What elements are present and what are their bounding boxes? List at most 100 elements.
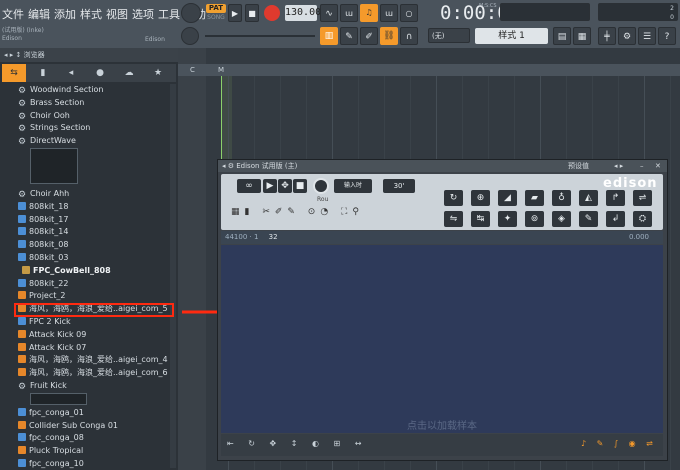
tab-all-icon[interactable]: ⇆ [2, 64, 26, 82]
record-time-select[interactable]: 30' [383, 179, 415, 193]
edison-tool-button[interactable]: ⊕ [471, 190, 490, 206]
list-item[interactable]: fpc_conga_10 [18, 458, 170, 470]
tab-files-icon[interactable]: ▮ [34, 64, 52, 82]
plugin-icon[interactable]: ⚙ [618, 27, 636, 45]
song-mode-button[interactable]: SONG [206, 14, 226, 23]
minimize-icon[interactable]: – [640, 160, 644, 172]
edison-tool-button[interactable]: ↹ [471, 211, 490, 227]
tab-cloud-icon[interactable]: ☁ [120, 64, 138, 82]
edison-tool-button[interactable]: ✦ [498, 211, 517, 227]
tempo-display[interactable]: 130.000 [285, 5, 327, 21]
edison-move-icon[interactable]: ✥ [278, 179, 292, 193]
menu-add[interactable]: 添加 [54, 6, 76, 22]
list-item[interactable]: ⚙ DirectWave [18, 135, 170, 147]
wait-icon[interactable]: ɯ [340, 4, 358, 22]
piano-roll-icon[interactable]: ▤ [553, 27, 571, 45]
edison-tool-button[interactable]: ◈ [552, 211, 571, 227]
magnet-icon[interactable]: ∩ [400, 27, 418, 45]
loop-icon[interactable]: ∞ [237, 179, 261, 193]
step-edit-icon[interactable]: ♫ [360, 4, 378, 22]
list-item[interactable]: fpc_conga_08 [18, 432, 170, 444]
tab-favorites-icon[interactable]: ★ [149, 64, 167, 82]
playlist-icon[interactable]: ▥ [320, 27, 338, 45]
list-item[interactable]: 808kit_22 [18, 278, 170, 290]
waveform-area[interactable]: 点击以加载样本 [221, 245, 663, 433]
list-item[interactable]: ⚙ Strings Section [18, 122, 170, 134]
list-item[interactable]: Project_2 [18, 290, 170, 302]
menu-tools[interactable]: 工具 [158, 6, 180, 22]
preset-label[interactable]: 预设值 [568, 160, 589, 172]
menu-view[interactable]: 视图 [106, 6, 128, 22]
edison-tool-button[interactable]: ⇌ [633, 190, 652, 206]
list-item[interactable]: 808kit_18 [18, 201, 170, 213]
list-item[interactable]: Collider Sub Conga 01 [18, 420, 170, 432]
help-icon[interactable]: ? [658, 27, 676, 45]
list-item[interactable]: FPC 2 Kick [18, 316, 170, 328]
browser-toggle-icon[interactable]: ☰ [638, 27, 656, 45]
close-icon[interactable]: ✕ [655, 160, 661, 172]
list-item[interactable]: 808kit_17 [18, 214, 170, 226]
list-item[interactable]: ⚙ Choir Ahh [18, 188, 170, 200]
edison-record-button[interactable] [313, 178, 329, 194]
list-item[interactable]: Pluck Tropical [18, 445, 170, 457]
list-item[interactable]: ⚙ Woodwind Section [18, 84, 170, 96]
link-icon[interactable]: ⛓ [380, 27, 398, 45]
tab-web-icon[interactable]: ● [91, 64, 109, 82]
list-item[interactable]: fpc_conga_01 [18, 407, 170, 419]
list-item[interactable]: ⚙ Brass Section [18, 97, 170, 109]
preset-nav-icon[interactable]: ◂ ▸ [614, 160, 623, 172]
edison-play-icon[interactable]: ▶ [263, 179, 277, 193]
list-item[interactable]: 808kit_08 [18, 239, 170, 251]
paint-icon[interactable]: ✐ [360, 27, 378, 45]
menu-edit[interactable]: 编辑 [28, 6, 50, 22]
list-item[interactable]: Attack Kick 07 [18, 342, 170, 354]
master-pitch-slider[interactable] [205, 35, 315, 37]
pitch-knob[interactable] [181, 27, 199, 45]
bottom-tools-left[interactable]: ⇤ ↻ ✥ ↕ ◐ ⊞ ↔ [227, 439, 367, 448]
list-item[interactable]: 海风，海鸥，海浪_爱给..aigei_com_4 [18, 354, 170, 366]
list-item[interactable]: 海风，海鸥，海浪_爱给..aigei_com_6 [18, 367, 170, 379]
edison-tool-button[interactable]: ⊚ [525, 211, 544, 227]
list-item[interactable]: ⚙ Choir Ooh [18, 110, 170, 122]
edison-tool-button[interactable]: ◢ [498, 190, 517, 206]
snap-select[interactable]: (无) [428, 28, 470, 43]
browser-scrollbar[interactable] [170, 84, 176, 468]
list-item[interactable]: ⚙ Fruit Kick [18, 380, 170, 392]
edison-tool-button[interactable]: ⇋ [444, 211, 463, 227]
edison-menu-icon[interactable]: ◂ ⚙ [222, 162, 234, 170]
edison-tool-button[interactable]: ▰ [525, 190, 544, 206]
menu-patterns[interactable]: 样式 [80, 6, 102, 22]
edison-tool-button[interactable]: ↲ [606, 211, 625, 227]
menu-file[interactable]: 文件 [2, 6, 24, 22]
loop-record-icon[interactable]: ○ [400, 4, 418, 22]
edison-stop-icon[interactable]: ■ [293, 179, 307, 193]
record-mode-select[interactable]: 输入时 [334, 179, 372, 193]
edison-tool-button[interactable]: ↱ [606, 190, 625, 206]
edison-tool-button[interactable]: ♁ [552, 190, 571, 206]
list-item[interactable]: 808kit_14 [18, 226, 170, 238]
record-button[interactable] [264, 5, 280, 21]
mixer-icon[interactable]: ╪ [598, 27, 616, 45]
playlist-ruler[interactable]: C M [178, 64, 680, 76]
pat-mode-button[interactable]: PAT [206, 4, 226, 13]
tab-plugins-icon[interactable]: ◂ [62, 64, 80, 82]
channel-rack-icon[interactable]: ▦ [573, 27, 591, 45]
edison-tool-button[interactable]: ⛭ [633, 211, 652, 227]
list-item[interactable]: FPC_CowBell_808 [22, 265, 174, 277]
edison-tool-button[interactable]: ↻ [444, 190, 463, 206]
pattern-select[interactable]: 样式 1 [475, 28, 548, 44]
master-knob[interactable] [181, 3, 201, 23]
list-item[interactable]: 808kit_03 [18, 252, 170, 264]
bottom-tools-right[interactable]: ♪ ✎ ∫ ◉ ⇌ [581, 439, 657, 448]
edison-titlebar[interactable]: ◂ ⚙ Edison 试用版 (主) 预设值 ◂ ▸ – ✕ [218, 160, 667, 172]
browser-arrows-icon[interactable]: ◂ ▸ ↕ [4, 51, 21, 59]
edit-tools-row[interactable]: ▦▮ ✂✐✎ ⊙◔ ⛶⚲ [231, 207, 364, 217]
play-icon[interactable]: ▶ [228, 4, 242, 22]
menu-options[interactable]: 选项 [132, 6, 154, 22]
draw-icon[interactable]: ✎ [340, 27, 358, 45]
list-item[interactable]: Attack Kick 09 [18, 329, 170, 341]
blend-icon[interactable]: ɯ [380, 4, 398, 22]
stop-icon[interactable]: ■ [245, 4, 259, 22]
edison-tool-button[interactable]: ✎ [579, 211, 598, 227]
edison-tool-button[interactable]: ◭ [579, 190, 598, 206]
